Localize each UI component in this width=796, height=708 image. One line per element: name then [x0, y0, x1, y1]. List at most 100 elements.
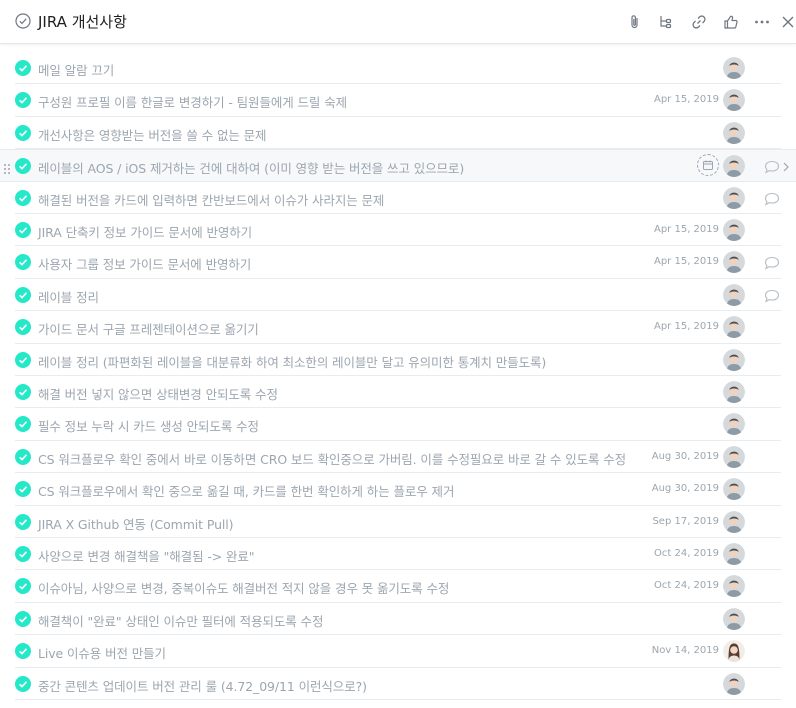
assignee-avatar[interactable] — [723, 543, 745, 565]
comment-icon[interactable] — [764, 255, 780, 271]
completed-check-icon[interactable] — [15, 675, 31, 692]
assignee-avatar[interactable] — [723, 672, 745, 695]
due-date[interactable]: Oct 24, 2019 — [654, 548, 719, 559]
due-date[interactable]: Sep 17, 2019 — [652, 516, 719, 527]
assignee-avatar[interactable] — [723, 607, 745, 630]
due-date[interactable]: Aug 30, 2019 — [652, 451, 719, 462]
assignee-avatar[interactable] — [723, 381, 745, 403]
assignee-avatar[interactable] — [723, 445, 745, 468]
due-date[interactable]: Nov 14, 2019 — [652, 645, 719, 656]
like-icon[interactable] — [721, 12, 741, 32]
task-row[interactable]: 중간 콘텐츠 업데이트 버전 관리 룰 (4.72_09/11 이런식으로?) — [15, 668, 781, 700]
task-name[interactable]: 사양으로 변경 해결책을 "해결됨 -> 완료" — [38, 546, 255, 565]
task-row[interactable]: 사용자 그룹 정보 가이드 문서에 반영하기 Apr 15, 2019 — [15, 246, 781, 279]
close-icon[interactable] — [778, 12, 796, 32]
completed-check-icon[interactable] — [15, 513, 31, 530]
task-name[interactable]: 구성원 프로필 이름 한글로 변경하기 - 팀원들에게 드릴 숙제 — [38, 92, 347, 111]
task-row[interactable]: JIRA 단축키 정보 가이드 문서에 반영하기 Apr 15, 2019 — [15, 214, 781, 247]
assignee-avatar[interactable] — [723, 316, 745, 339]
chevron-right-icon[interactable] — [782, 159, 790, 173]
task-name[interactable]: 메일 알람 끄기 — [38, 60, 114, 79]
completed-check-icon[interactable] — [15, 158, 31, 175]
assignee-avatar[interactable] — [723, 89, 745, 112]
due-date[interactable]: Apr 15, 2019 — [654, 256, 719, 267]
completed-check-icon[interactable] — [15, 546, 31, 562]
task-name[interactable]: CS 워크플로우에서 확인 중으로 옮길 때, 카드를 한번 확인하게 하는 플… — [38, 481, 454, 500]
completed-check-icon[interactable] — [15, 351, 31, 368]
task-name[interactable]: 레이블 정리 (파편화된 레이블을 대분류화 하여 최소한의 레이블만 달고 유… — [38, 352, 546, 371]
more-icon[interactable] — [752, 12, 772, 32]
completed-check-icon[interactable] — [15, 319, 31, 336]
attachment-icon[interactable] — [625, 12, 645, 32]
completed-check-icon[interactable] — [15, 254, 31, 271]
completed-check-icon[interactable] — [15, 384, 31, 400]
due-date[interactable]: Apr 15, 2019 — [654, 94, 719, 105]
assignee-avatar[interactable] — [723, 575, 745, 598]
task-row[interactable]: CS 워크플로우에서 확인 중으로 옮길 때, 카드를 한번 확인하게 하는 플… — [15, 473, 781, 506]
task-row[interactable]: 이슈아님, 사양으로 변경, 중복이슈도 해결버전 적지 않을 경우 못 옮기도… — [15, 570, 781, 603]
task-name[interactable]: 필수 정보 누락 시 카드 생성 안되도록 수정 — [38, 416, 259, 435]
task-row[interactable]: 레이블의 AOS / iOS 제거하는 건에 대하여 (이미 영향 받는 버전을… — [0, 149, 796, 182]
comment-icon[interactable] — [764, 191, 780, 206]
due-date[interactable]: Oct 24, 2019 — [654, 580, 719, 591]
task-row[interactable]: JIRA X Github 연동 (Commit Pull) Sep 17, 20… — [15, 506, 781, 538]
task-row[interactable]: 구성원 프로필 이름 한글로 변경하기 - 팀원들에게 드릴 숙제 Apr 15,… — [15, 84, 781, 117]
task-name[interactable]: 이슈아님, 사양으로 변경, 중복이슈도 해결버전 적지 않을 경우 못 옮기도… — [38, 578, 449, 597]
assignee-avatar[interactable] — [723, 640, 745, 663]
task-row[interactable]: 메일 알람 끄기 — [15, 52, 781, 85]
completed-check-icon[interactable] — [15, 222, 31, 238]
assignee-avatar[interactable] — [723, 348, 745, 371]
task-name[interactable]: CS 워크플로우 확인 중에서 바로 이동하면 CRO 보드 확인중으로 가버림… — [38, 449, 626, 468]
drag-handle-icon[interactable] — [3, 160, 11, 175]
task-row[interactable]: 사양으로 변경 해결책을 "해결됨 -> 완료" Oct 24, 2019 — [15, 538, 781, 571]
completed-check-icon[interactable] — [15, 92, 31, 109]
completed-check-icon[interactable] — [15, 643, 31, 660]
completed-check-icon[interactable] — [15, 124, 31, 141]
assignee-avatar[interactable] — [723, 251, 745, 274]
task-name[interactable]: 개선사항은 영향받는 버전을 쓸 수 없는 문제 — [38, 125, 267, 144]
assignee-avatar[interactable] — [723, 283, 745, 306]
comment-icon[interactable] — [764, 159, 780, 174]
assignee-avatar[interactable] — [723, 155, 745, 178]
completed-check-icon[interactable] — [15, 416, 31, 433]
task-row[interactable]: 해결책이 "완료" 상태인 이슈만 필터에 적용되도록 수정 — [15, 603, 781, 636]
assignee-avatar[interactable] — [723, 510, 745, 533]
subtask-icon[interactable] — [657, 12, 677, 32]
task-name[interactable]: JIRA X Github 연동 (Commit Pull) — [38, 514, 234, 533]
assignee-avatar[interactable] — [723, 478, 745, 501]
due-date[interactable]: Aug 30, 2019 — [652, 483, 719, 494]
completed-check-icon[interactable] — [15, 578, 31, 595]
completed-check-icon[interactable] — [15, 481, 31, 498]
calendar-icon[interactable] — [697, 154, 719, 177]
assignee-avatar[interactable] — [723, 186, 745, 209]
task-name[interactable]: 중간 콘텐츠 업데이트 버전 관리 룰 (4.72_09/11 이런식으로?) — [38, 676, 367, 695]
task-name[interactable]: 해결 버전 넣지 않으면 상태변경 안되도록 수정 — [38, 384, 278, 403]
due-date[interactable]: Apr 15, 2019 — [654, 224, 719, 235]
completed-check-icon[interactable] — [15, 286, 31, 303]
task-row[interactable]: 필수 정보 누락 시 카드 생성 안되도록 수정 — [15, 408, 781, 441]
task-name[interactable]: Live 이슈용 버전 만들기 — [38, 643, 166, 662]
task-row[interactable]: Live 이슈용 버전 만들기 Nov 14, 2019 — [15, 635, 781, 668]
task-row[interactable]: 레이블 정리 (파편화된 레이블을 대분류화 하여 최소한의 레이블만 달고 유… — [15, 344, 781, 376]
task-row[interactable]: 해결된 버전을 카드에 입력하면 칸반보드에서 이슈가 사라지는 문제 — [15, 182, 781, 214]
task-row[interactable]: 가이드 문서 구글 프레젠테이션으로 옮기기 Apr 15, 2019 — [15, 311, 781, 344]
task-name[interactable]: 레이블의 AOS / iOS 제거하는 건에 대하여 (이미 영향 받는 버전을… — [38, 158, 464, 177]
completed-check-icon[interactable] — [15, 610, 31, 627]
task-name[interactable]: 가이드 문서 구글 프레젠테이션으로 옮기기 — [38, 319, 259, 338]
assignee-avatar[interactable] — [723, 121, 745, 144]
task-name[interactable]: 해결책이 "완료" 상태인 이슈만 필터에 적용되도록 수정 — [38, 611, 323, 630]
link-icon[interactable] — [689, 12, 709, 32]
completed-check-icon[interactable] — [15, 448, 31, 465]
check-circle-icon[interactable] — [15, 13, 31, 29]
comment-icon[interactable] — [764, 288, 780, 303]
task-row[interactable]: 해결 버전 넣지 않으면 상태변경 안되도록 수정 — [15, 376, 781, 409]
due-date[interactable]: Apr 15, 2019 — [654, 321, 719, 332]
task-row[interactable]: CS 워크플로우 확인 중에서 바로 이동하면 CRO 보드 확인중으로 가버림… — [15, 441, 781, 474]
completed-check-icon[interactable] — [15, 60, 31, 76]
task-name[interactable]: JIRA 단축키 정보 가이드 문서에 반영하기 — [38, 222, 252, 241]
completed-check-icon[interactable] — [15, 189, 31, 206]
assignee-avatar[interactable] — [723, 219, 745, 241]
task-row[interactable]: 레이블 정리 — [15, 279, 781, 312]
task-row[interactable]: 개선사항은 영향받는 버전을 쓸 수 없는 문제 — [15, 117, 781, 150]
task-name[interactable]: 해결된 버전을 카드에 입력하면 칸반보드에서 이슈가 사라지는 문제 — [38, 190, 384, 209]
